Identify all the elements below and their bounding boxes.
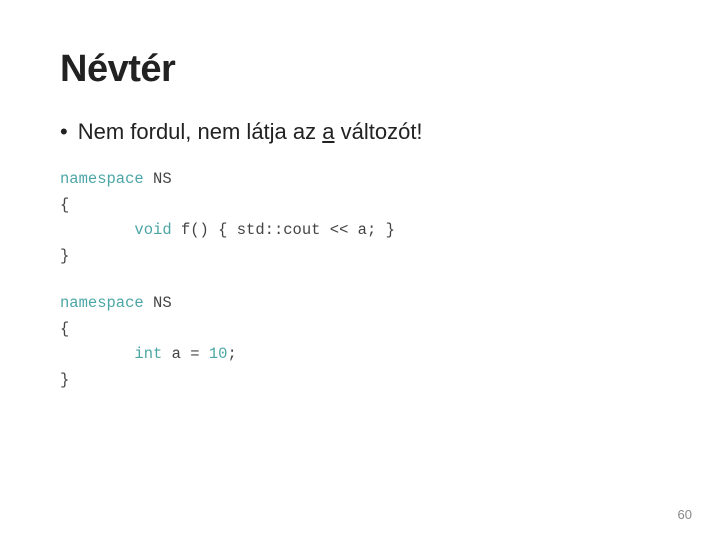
bullet-text-after: változót! [335,119,423,144]
code-block-1: namespace NS { void f() { std::cout << a… [60,167,660,269]
code-block-2: namespace NS { int a = 10; } [60,291,660,393]
keyword-namespace-2: namespace [60,294,144,312]
keyword-void: void [134,221,171,239]
code-indent-1 [60,221,134,239]
code-plain-ns1: NS [144,170,172,188]
slide-title: Névtér [60,48,660,91]
code-line-ns1: namespace NS [60,167,660,193]
code-line-void: void f() { std::cout << a; } [60,218,660,244]
bullet-point: • Nem fordul, nem látja az a változót! [60,119,660,145]
code-plain-brace2: { [60,320,69,338]
slide-container: Névtér • Nem fordul, nem látja az a vált… [0,0,720,540]
bullet-dot: • [60,119,68,145]
code-line-ns2: namespace NS [60,291,660,317]
code-number-10: 10 [209,345,228,363]
code-plain-cbrace1: } [60,247,69,265]
code-plain-void: f() { std::cout << a; } [172,221,395,239]
code-plain-int2: ; [227,345,236,363]
code-plain-cbrace2: } [60,371,69,389]
code-plain-ns2: NS [144,294,172,312]
code-line-cbrace1: } [60,244,660,270]
bullet-text-before: Nem fordul, nem látja az [78,119,323,144]
bullet-text-underline: a [322,119,334,144]
code-line-brace2: { [60,317,660,343]
bullet-text: Nem fordul, nem látja az a változót! [78,119,423,145]
keyword-int: int [134,345,162,363]
code-line-brace1: { [60,193,660,219]
code-line-cbrace2: } [60,368,660,394]
code-plain-brace1: { [60,196,69,214]
code-plain-int1: a = [162,345,209,363]
code-indent-2 [60,345,134,363]
code-line-int: int a = 10; [60,342,660,368]
page-number: 60 [678,507,692,522]
keyword-namespace-1: namespace [60,170,144,188]
